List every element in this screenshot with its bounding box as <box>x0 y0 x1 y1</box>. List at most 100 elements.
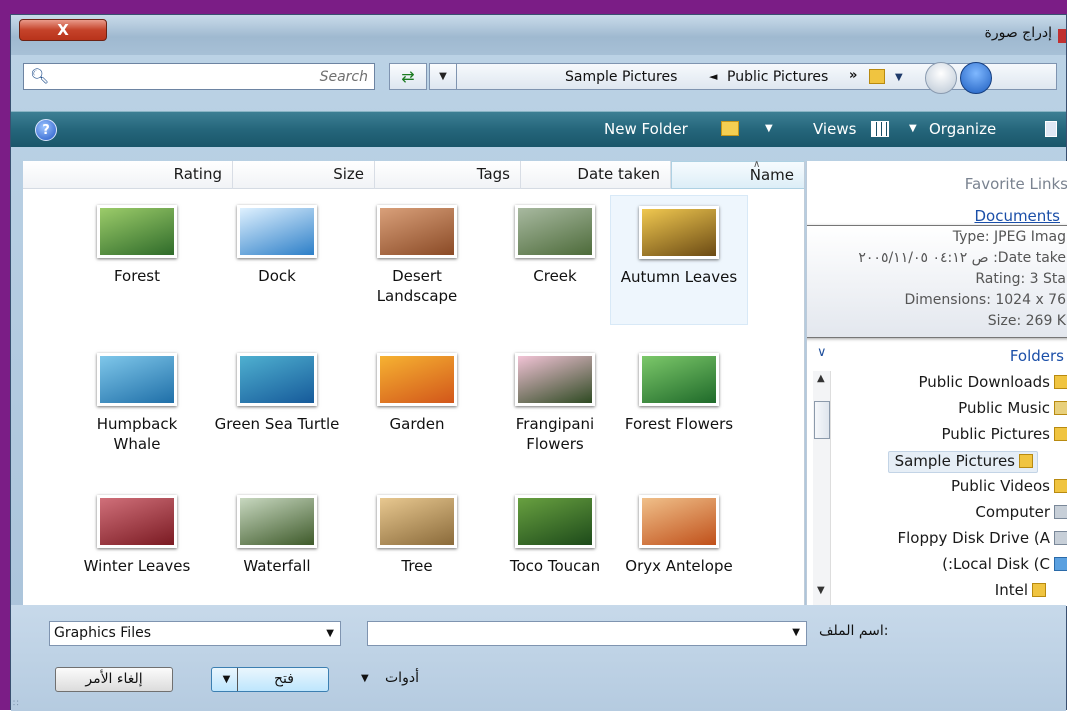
image-thumbnail <box>97 495 177 548</box>
folder-icon <box>1054 375 1067 389</box>
tooltip-date: ص ٠٤:١٢ ٢٠٠٥/١١/٠٥ :Date take <box>858 250 1066 266</box>
floppy-drive-icon <box>1054 531 1067 545</box>
tree-item-public-downloads[interactable]: Public Downloads <box>918 373 1067 395</box>
thumbnail-label: Dock <box>258 267 296 285</box>
column-header-name[interactable]: Name <box>671 161 804 189</box>
help-icon[interactable]: ? <box>35 119 57 141</box>
breadcrumb[interactable]: Sample Pictures ◄ Public Pictures » ▼ <box>457 62 1057 94</box>
organize-icon[interactable] <box>1045 121 1057 137</box>
tools-button[interactable]: أدوات <box>385 670 419 686</box>
tooltip-rating: Rating: 3 Sta <box>975 271 1066 287</box>
new-folder-button[interactable]: New Folder <box>604 120 688 138</box>
videos-folder-icon <box>1054 479 1067 493</box>
tree-item-label: Sample Pictures <box>894 452 1015 470</box>
sort-ascending-icon: ∧ <box>753 161 761 170</box>
tree-item-computer[interactable]: Computer <box>975 503 1067 525</box>
breadcrumb-sample-pictures[interactable]: Sample Pictures <box>565 69 677 85</box>
tree-item-label: Floppy Disk Drive (A <box>897 529 1050 547</box>
scroll-thumb[interactable] <box>814 401 830 439</box>
chevron-down-icon[interactable]: ∨ <box>817 345 827 360</box>
column-header-size[interactable]: Size <box>233 161 375 189</box>
new-folder-icon[interactable] <box>721 121 739 136</box>
forward-button[interactable] <box>960 62 992 94</box>
image-thumbnail <box>639 206 719 259</box>
thumbnail-item[interactable]: Forest <box>68 195 206 325</box>
thumbnail-item[interactable]: Dock <box>208 195 346 325</box>
back-button[interactable] <box>925 62 957 94</box>
open-button[interactable]: ▼ فتح <box>211 667 329 692</box>
thumbnail-label: Forest Flowers <box>624 415 734 433</box>
thumbnail-item[interactable]: Desert Landscape <box>348 195 486 325</box>
tree-item-public-videos[interactable]: Public Videos <box>951 477 1067 499</box>
thumbnail-item[interactable]: Tree <box>348 485 486 606</box>
image-thumbnail <box>515 495 595 548</box>
tree-item-floppy-drive[interactable]: Floppy Disk Drive (A <box>897 529 1067 551</box>
folder-tree: ▲ ▼ Public Downloads Public Music Public… <box>807 371 1067 606</box>
thumbnail-item[interactable]: Green Sea Turtle <box>208 343 346 473</box>
breadcrumb-overflow[interactable]: » <box>849 68 857 83</box>
tree-scrollbar[interactable]: ▲ ▼ <box>813 371 831 606</box>
favorite-links-heading: Favorite Links <box>964 175 1067 193</box>
image-thumbnail <box>639 353 719 406</box>
search-input[interactable]: 🔍︎ Search <box>23 63 375 90</box>
navigation-pane: Favorite Links Documents Type: JPEG Imag… <box>806 161 1067 606</box>
chevron-down-icon[interactable]: ▼ <box>765 123 773 134</box>
hard-disk-icon <box>1054 557 1067 571</box>
scroll-up-icon[interactable]: ▲ <box>817 373 825 384</box>
tree-item-label: Public Downloads <box>918 373 1050 391</box>
views-button[interactable]: Views <box>813 120 856 138</box>
open-dropdown-icon[interactable]: ▼ <box>216 668 238 691</box>
folder-icon <box>1019 454 1033 468</box>
file-list[interactable]: Rating Size Tags Date taken Name ∧ Fores… <box>23 161 805 606</box>
breadcrumb-separator[interactable]: ◄ <box>709 70 717 83</box>
favorite-link-documents[interactable]: Documents <box>974 207 1060 225</box>
thumbnail-label: Creek <box>533 267 577 285</box>
column-header-date-taken[interactable]: Date taken <box>521 161 671 189</box>
column-header-rating[interactable]: Rating <box>51 161 233 189</box>
resize-grip[interactable]: ∷ <box>13 699 19 709</box>
cancel-button[interactable]: إلغاء الأمر <box>55 667 173 692</box>
file-type-select[interactable]: Graphics Files ▼ <box>49 621 341 646</box>
app-icon <box>1058 29 1066 43</box>
thumbnail-item[interactable]: Garden <box>348 343 486 473</box>
close-button[interactable]: X <box>19 19 107 41</box>
tree-item-public-pictures[interactable]: Public Pictures <box>941 425 1067 447</box>
thumbnail-item[interactable]: Forest Flowers <box>610 343 748 473</box>
thumbnail-item[interactable]: Creek <box>486 195 624 325</box>
folders-header[interactable]: ∨ Folders <box>807 345 1067 369</box>
chevron-down-icon[interactable]: ▼ <box>361 673 369 684</box>
file-name-input[interactable]: ▼ <box>367 621 807 646</box>
scroll-down-icon[interactable]: ▼ <box>817 585 825 596</box>
tree-item-local-disk[interactable]: (:Local Disk (C <box>942 555 1067 577</box>
column-header-tags[interactable]: Tags <box>375 161 521 189</box>
refresh-button[interactable]: ⇄ <box>389 63 427 90</box>
tooltip-type: Type: JPEG Imag <box>952 229 1066 245</box>
chevron-down-icon[interactable]: ▼ <box>909 123 917 134</box>
address-dropdown-button[interactable]: ▼ <box>429 63 457 90</box>
thumbnail-label: Autumn Leaves <box>620 268 738 286</box>
thumbnail-label: Frangipani Flowers <box>515 415 595 453</box>
thumbnail-item[interactable]: Winter Leaves <box>68 485 206 606</box>
folders-label[interactable]: Folders <box>1010 347 1064 365</box>
chevron-down-icon[interactable]: ▼ <box>326 622 334 645</box>
column-headers: Rating Size Tags Date taken Name ∧ <box>23 161 804 189</box>
thumbnail-item[interactable]: Toco Toucan <box>486 485 624 606</box>
chevron-down-icon[interactable]: ▼ <box>792 627 800 638</box>
search-icon[interactable]: 🔍︎ <box>30 67 49 85</box>
open-button-label: فتح <box>274 671 294 687</box>
thumbnail-item[interactable]: Oryx Antelope <box>610 485 748 606</box>
views-icon[interactable] <box>871 121 889 137</box>
tree-item-sample-pictures[interactable]: Sample Pictures <box>887 451 1038 473</box>
title-bar[interactable]: X إدراج صورة <box>11 15 1066 55</box>
thumbnail-label: Oryx Antelope <box>625 557 733 575</box>
breadcrumb-public-pictures[interactable]: Public Pictures <box>727 69 828 85</box>
tree-item-label: (:Local Disk (C <box>942 555 1050 573</box>
thumbnail-item[interactable]: Waterfall <box>208 485 346 606</box>
tree-item-public-music[interactable]: Public Music <box>958 399 1067 421</box>
thumbnail-item[interactable]: Autumn Leaves <box>610 195 748 325</box>
organize-button[interactable]: Organize <box>929 120 996 138</box>
tree-item-intel[interactable]: Intel <box>995 581 1046 603</box>
thumbnail-item[interactable]: Humpback Whale <box>68 343 206 473</box>
recent-pages-dropdown[interactable]: ▼ <box>895 72 903 83</box>
thumbnail-item[interactable]: Frangipani Flowers <box>486 343 624 473</box>
